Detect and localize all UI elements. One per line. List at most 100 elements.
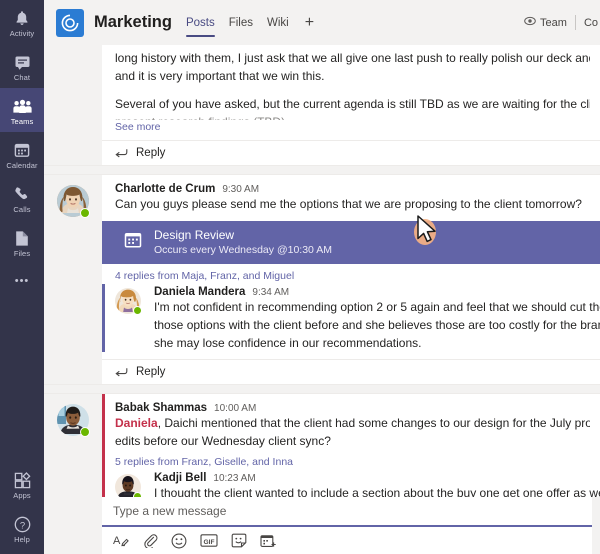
message-header: Babak Shammas 10:00 AM: [115, 402, 590, 414]
format-text-icon[interactable]: A: [113, 533, 130, 548]
reply-bar[interactable]: Reply: [102, 140, 600, 165]
message-author: Babak Shammas: [115, 402, 208, 414]
avatar[interactable]: [115, 472, 145, 497]
rail-item-label: Help: [14, 534, 30, 544]
rail-item-label: Files: [13, 248, 31, 258]
meet-now-icon[interactable]: [260, 533, 277, 549]
meeting-title: Design Review: [154, 228, 235, 242]
presence-indicator-available: [80, 427, 90, 437]
conversation-button[interactable]: Co: [576, 12, 600, 34]
left-app-rail: Activity Chat Teams Calendar Calls Files…: [0, 0, 44, 554]
avatar[interactable]: [115, 286, 145, 352]
channel-header: Marketing Posts Files Wiki + Team Co: [44, 0, 600, 45]
reply-label[interactable]: Reply: [136, 366, 165, 378]
rail-item-label: Apps: [13, 490, 31, 500]
rail-item-calendar[interactable]: Calendar: [0, 132, 44, 176]
phone-icon: [14, 185, 30, 204]
file-icon: [15, 229, 29, 248]
mention-daniela[interactable]: Daniela: [115, 416, 158, 430]
message-line: and it is very important that we win thi…: [115, 69, 325, 83]
meeting-card-text: Design Review Occurs every Wednesday @10…: [154, 228, 332, 257]
tab-wiki[interactable]: Wiki: [267, 0, 289, 45]
message-line: she may lose confidence in our recommend…: [154, 336, 422, 350]
calendar-icon: [14, 141, 30, 160]
message-header: Charlotte de Crum 9:30 AM: [115, 183, 590, 195]
rail-item-calls[interactable]: Calls: [0, 176, 44, 220]
avatar[interactable]: [57, 185, 90, 218]
rail-item-teams[interactable]: Teams: [0, 88, 44, 132]
rail-item-activity[interactable]: Activity: [0, 0, 44, 44]
rail-item-apps[interactable]: Apps: [0, 462, 44, 506]
team-view-button[interactable]: Team: [516, 12, 575, 34]
message-input-placeholder: Type a new message: [113, 504, 227, 518]
teams-app-window: Activity Chat Teams Calendar Calls Files…: [0, 0, 600, 554]
reply-bar[interactable]: Reply: [102, 359, 600, 384]
message-line: I thought the client wanted to include a…: [154, 486, 600, 497]
reply-label[interactable]: Reply: [136, 147, 165, 159]
avatar[interactable]: [57, 404, 90, 437]
thread-pitch: long history with them, I just ask that …: [44, 45, 600, 166]
nested-reply-daniela: Daniela Mandera 9:34 AM I'm not confiden…: [102, 284, 600, 352]
rail-more-button[interactable]: •••: [15, 264, 30, 298]
replies-summary-link[interactable]: 4 replies from Maja, Franz, and Miguel: [102, 264, 600, 284]
replies-summary-link[interactable]: 5 replies from Franz, Giselle, and Inna: [102, 450, 600, 470]
see-more-link[interactable]: See more: [115, 121, 590, 133]
message-input-box[interactable]: Type a new message: [102, 497, 592, 527]
message-body: Can you guys please send me the options …: [115, 197, 582, 211]
bell-icon: [14, 9, 30, 28]
help-circle-icon: ?: [14, 515, 31, 534]
message-author: Daniela Mandera: [154, 286, 246, 298]
rail-item-label: Calls: [13, 204, 31, 214]
reply-arrow-icon: [115, 148, 128, 159]
message-list[interactable]: long history with them, I just ask that …: [44, 45, 600, 497]
message-content: Babak Shammas 10:00 AM Daniela, Daichi m…: [102, 394, 600, 497]
add-tab-button[interactable]: +: [305, 14, 314, 32]
message-content: long history with them, I just ask that …: [102, 45, 600, 165]
message-author: Kadji Bell: [154, 472, 207, 484]
message-timestamp: 10:00 AM: [214, 403, 257, 414]
message-line: I'm not confident in recommending option…: [154, 300, 600, 314]
calendar-icon: [124, 231, 142, 254]
message-line: those options with the client before and…: [154, 318, 600, 332]
compose-area: Type a new message A GIF: [44, 497, 600, 554]
rail-item-help[interactable]: ? Help: [0, 506, 44, 550]
meeting-recurrence: Occurs every Wednesday @10:30 AM: [154, 244, 332, 256]
tab-posts[interactable]: Posts: [185, 0, 215, 45]
nested-reply-kadji: Kadji Bell 10:23 AM I thought the client…: [102, 470, 600, 497]
message-line: Daniela, Daichi mentioned that the clien…: [115, 415, 590, 432]
svg-text:A: A: [113, 535, 121, 547]
paperclip-icon[interactable]: [143, 533, 158, 548]
thread-accent-bar: [102, 284, 105, 352]
tab-files[interactable]: Files: [229, 0, 253, 45]
sticker-icon[interactable]: [231, 533, 247, 549]
rail-item-chat[interactable]: Chat: [0, 44, 44, 88]
presence-indicator-available: [80, 208, 90, 218]
header-actions: Team Co: [516, 0, 600, 45]
message-header: Daniela Mandera 9:34 AM: [154, 286, 600, 298]
page-title: Marketing: [94, 13, 172, 31]
rail-item-label: Activity: [9, 28, 35, 38]
channel-tabs: Posts Files Wiki +: [185, 0, 314, 45]
svg-text:GIF: GIF: [204, 539, 215, 546]
reply-arrow-icon: [115, 367, 128, 378]
thread-body: Babak Shammas 10:00 AM Daniela, Daichi m…: [44, 394, 600, 497]
svg-text:?: ?: [19, 520, 24, 531]
message-line-rest: , Daichi mentioned that the client had s…: [157, 416, 590, 430]
eye-icon: [524, 15, 536, 30]
message-content: Charlotte de Crum 9:30 AM Can you guys p…: [102, 175, 600, 384]
message-text-block: long history with them, I just ask that …: [102, 50, 600, 133]
avatar-column: [44, 175, 102, 384]
avatar-column: [44, 45, 102, 165]
message-text-block: Babak Shammas 10:00 AM Daniela, Daichi m…: [102, 402, 600, 450]
presence-indicator-available: [133, 492, 142, 497]
meeting-card-design-review[interactable]: Design Review Occurs every Wednesday @10…: [102, 221, 600, 264]
gif-icon[interactable]: GIF: [200, 533, 218, 548]
chat-bubble-icon: [14, 53, 31, 72]
rail-item-label: Chat: [13, 72, 31, 82]
message-timestamp: 9:30 AM: [222, 184, 260, 195]
message-timestamp: 9:34 AM: [252, 287, 290, 298]
emoji-icon[interactable]: [171, 533, 187, 549]
rail-item-files[interactable]: Files: [0, 220, 44, 264]
message-line: long history with them, I just ask that …: [115, 51, 590, 65]
